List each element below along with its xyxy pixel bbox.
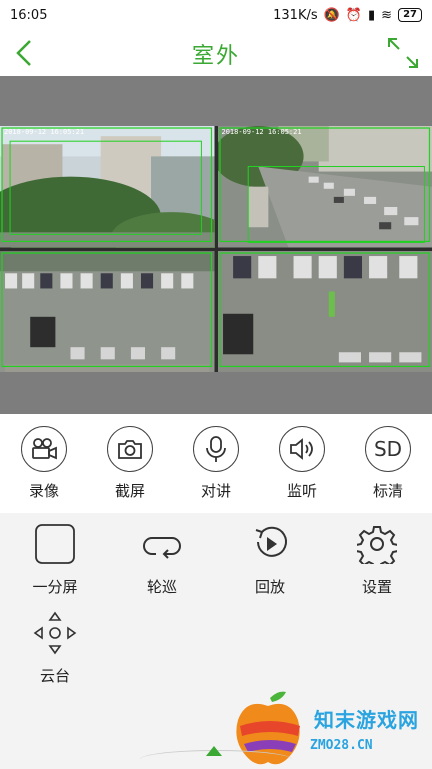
watermark-name: 知末游戏网 — [314, 704, 419, 733]
network-speed: 131K/s — [273, 8, 318, 23]
camera-grid: 2018-09-12 16:05:21 2018-09-12 16:05:21 — [0, 126, 432, 372]
record-label: 录像 — [4, 480, 84, 501]
status-time: 16:05 — [10, 8, 47, 23]
settings-button[interactable]: 设置 — [327, 522, 427, 597]
camera-view-3[interactable] — [0, 251, 215, 373]
speaker-icon — [279, 426, 325, 472]
patrol-button[interactable]: 轮巡 — [112, 522, 212, 597]
control-bar: 录像 截屏 对讲 监听 SD 标清 — [0, 414, 432, 513]
gear-icon — [355, 522, 399, 566]
ptz-label: 云台 — [5, 665, 105, 686]
settings-label: 设置 — [327, 576, 427, 597]
battery-icon: 27 — [398, 8, 422, 22]
playback-label: 回放 — [220, 576, 320, 597]
listen-button[interactable]: 监听 — [262, 426, 342, 501]
video-area[interactable]: 2018-09-12 16:05:21 2018-09-12 16:05:21 — [0, 76, 432, 414]
camera-view-4[interactable] — [218, 251, 432, 373]
camera-view-1[interactable]: 2018-09-12 16:05:21 — [0, 126, 215, 248]
sd-icon: SD — [365, 426, 411, 472]
record-button[interactable]: 录像 — [4, 426, 84, 501]
quality-label: 标清 — [348, 480, 428, 501]
expand-up-icon[interactable] — [206, 746, 222, 756]
single-screen-icon — [33, 522, 77, 566]
watermark-site: ZMO28.CN — [310, 738, 373, 753]
app-header: 室外 — [0, 30, 432, 76]
camera-timestamp: 2018-09-12 16:05:21 — [4, 128, 84, 136]
alarm-icon: ⏰ — [346, 8, 362, 23]
intercom-label: 对讲 — [176, 480, 256, 501]
ptz-icon — [33, 611, 77, 655]
single-screen-label: 一分屏 — [5, 576, 105, 597]
listen-label: 监听 — [262, 480, 342, 501]
page-title: 室外 — [0, 38, 432, 70]
signal-icon: ▮ — [368, 8, 375, 23]
status-bar: 16:05 131K/s 🔕 ⏰ ▮ ≋ 27 — [0, 0, 432, 30]
patrol-label: 轮巡 — [112, 576, 212, 597]
video-camera-icon — [21, 426, 67, 472]
patrol-icon — [140, 522, 184, 566]
intercom-button[interactable]: 对讲 — [176, 426, 256, 501]
screenshot-button[interactable]: 截屏 — [90, 426, 170, 501]
fullscreen-icon[interactable] — [386, 36, 420, 70]
ptz-button[interactable]: 云台 — [5, 611, 105, 686]
single-screen-button[interactable]: 一分屏 — [5, 522, 105, 597]
quality-button[interactable]: SD 标清 — [348, 426, 428, 501]
wifi-icon: ≋ — [381, 8, 392, 23]
camera-icon — [107, 426, 153, 472]
microphone-icon — [193, 426, 239, 472]
camera-view-2[interactable]: 2018-09-12 16:05:21 — [218, 126, 432, 248]
playback-button[interactable]: 回放 — [220, 522, 320, 597]
screenshot-label: 截屏 — [90, 480, 170, 501]
playback-icon — [248, 522, 292, 566]
mute-icon: 🔕 — [324, 8, 340, 23]
camera-timestamp: 2018-09-12 16:05:21 — [222, 128, 302, 136]
